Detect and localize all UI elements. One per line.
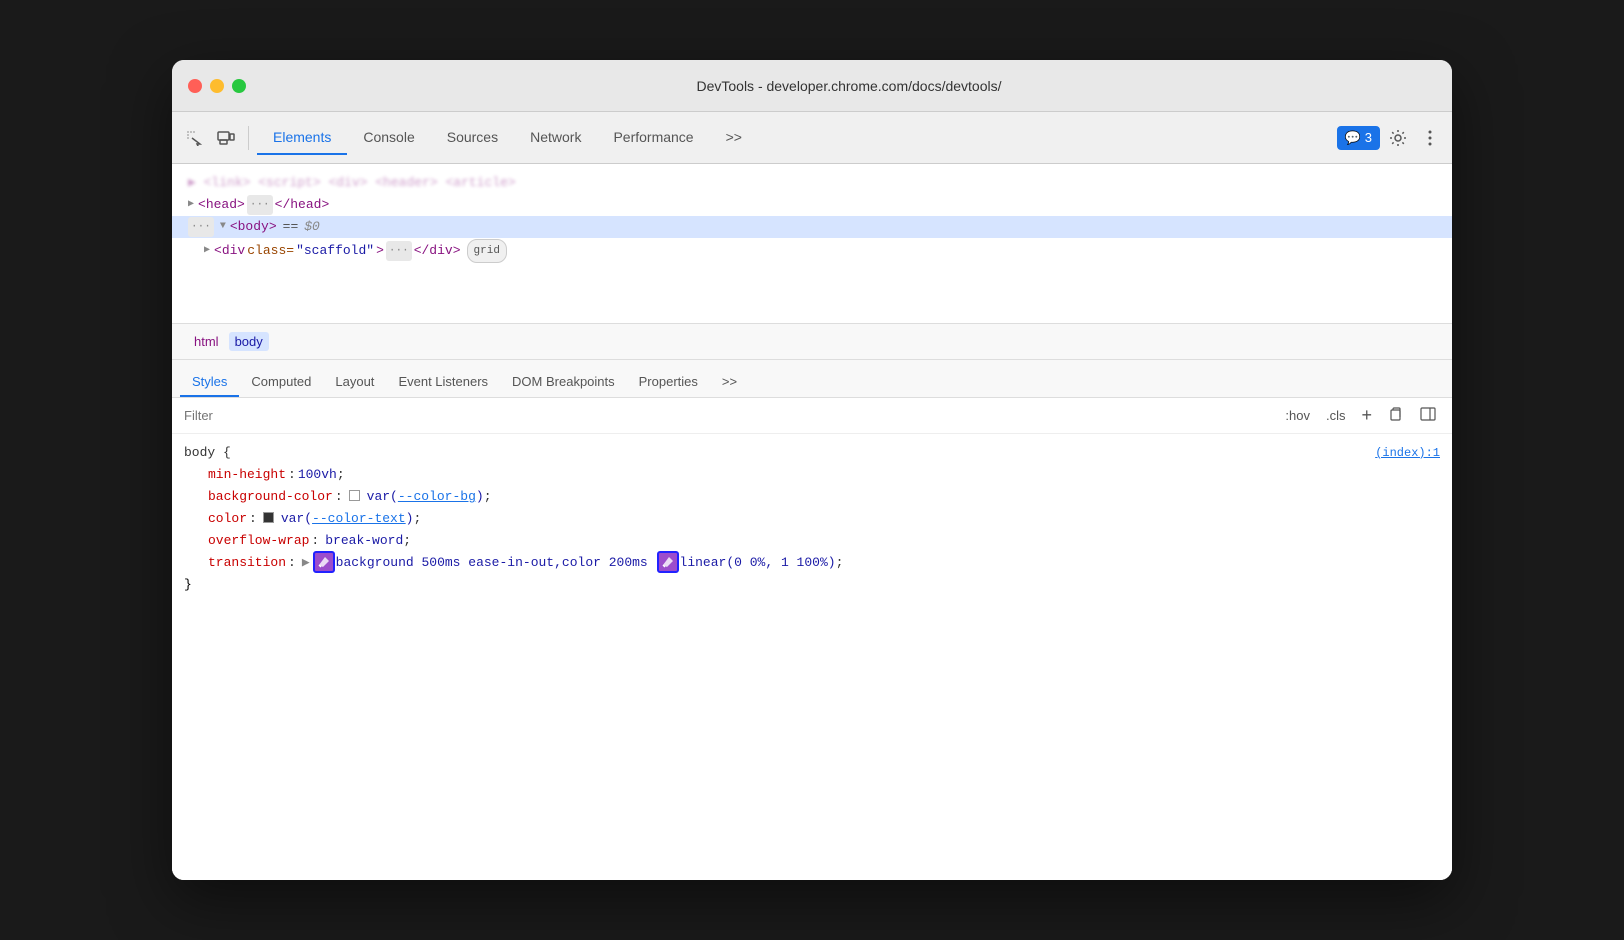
dom-line-head[interactable]: ▶ <head> ··· </head> (172, 194, 1452, 216)
bg-color-swatch[interactable] (349, 490, 360, 501)
css-prop-background-color: background-color : var(--color-bg) ; (184, 486, 1440, 508)
transition-color-picker-1[interactable] (313, 551, 335, 573)
cls-button[interactable]: .cls (1322, 406, 1350, 425)
style-tab-computed[interactable]: Computed (239, 368, 323, 397)
inspect-icon[interactable] (180, 124, 208, 152)
more-options-icon[interactable] (1416, 124, 1444, 152)
badge-count: 3 (1365, 130, 1372, 145)
hov-button[interactable]: :hov (1281, 406, 1314, 425)
css-prop-overflow-wrap: overflow-wrap : break-word ; (184, 530, 1440, 552)
css-rule-close: } (184, 574, 1440, 596)
tab-sources[interactable]: Sources (431, 121, 514, 155)
styles-tabs: Styles Computed Layout Event Listeners D… (172, 360, 1452, 398)
breadcrumb: html body (172, 324, 1452, 360)
panel-body: ▶ <link> <script> <div> <header> <articl… (172, 164, 1452, 880)
tab-elements[interactable]: Elements (257, 121, 347, 155)
css-rule-body: (index):1 body { min-height : 100vh ; (184, 442, 1440, 596)
browser-window: DevTools - developer.chrome.com/docs/dev… (172, 60, 1452, 880)
css-prop-min-height: min-height : 100vh ; (184, 464, 1440, 486)
minimize-button[interactable] (210, 79, 224, 93)
settings-icon[interactable] (1384, 124, 1412, 152)
filter-input[interactable] (184, 408, 1273, 423)
css-prop-transition: transition : ▶ background 500ms (184, 552, 1440, 574)
style-tab-dom-breakpoints[interactable]: DOM Breakpoints (500, 368, 627, 397)
css-rules: (index):1 body { min-height : 100vh ; (172, 434, 1452, 880)
dom-tree: ▶ <link> <script> <div> <header> <articl… (172, 164, 1452, 324)
devtools-panel: Elements Console Sources Network Perform… (172, 112, 1452, 880)
filter-bar: :hov .cls + (172, 398, 1452, 434)
style-tab-properties[interactable]: Properties (627, 368, 710, 397)
toolbar-tabs: Elements Console Sources Network Perform… (257, 121, 1333, 155)
style-tab-styles[interactable]: Styles (180, 368, 239, 397)
toolbar-divider (248, 126, 249, 150)
dom-line-blurred: ▶ <link> <script> <div> <header> <articl… (172, 172, 1452, 194)
style-tab-layout[interactable]: Layout (323, 368, 386, 397)
toolbar-right: 💬 3 (1337, 124, 1444, 152)
style-tab-more[interactable]: >> (710, 368, 749, 397)
css-prop-color: color : var(--color-text) ; (184, 508, 1440, 530)
maximize-button[interactable] (232, 79, 246, 93)
toolbar: Elements Console Sources Network Perform… (172, 112, 1452, 164)
device-toggle-icon[interactable] (212, 124, 240, 152)
copy-styles-icon[interactable] (1384, 404, 1408, 427)
css-rule-source[interactable]: (index):1 (1375, 442, 1440, 464)
notifications-button[interactable]: 💬 3 (1337, 126, 1380, 150)
triangle-div-icon[interactable]: ▶ (204, 241, 210, 261)
chat-icon: 💬 (1345, 130, 1361, 146)
text-color-link[interactable]: --color-text (312, 508, 406, 530)
tab-console[interactable]: Console (347, 121, 430, 155)
dom-line-div-scaffold[interactable]: ▶ <div class= "scaffold" > ··· </div> gr… (188, 238, 1452, 264)
triangle-icon[interactable]: ▶ (188, 195, 194, 215)
breadcrumb-html[interactable]: html (188, 332, 225, 351)
transition-expand-icon[interactable]: ▶ (302, 552, 310, 574)
close-button[interactable] (188, 79, 202, 93)
transition-color-picker-2[interactable] (657, 551, 679, 573)
tab-network[interactable]: Network (514, 121, 597, 155)
style-tab-event-listeners[interactable]: Event Listeners (386, 368, 500, 397)
traffic-lights (188, 79, 246, 93)
title-bar: DevTools - developer.chrome.com/docs/dev… (172, 60, 1452, 112)
filter-right: :hov .cls + (1281, 403, 1440, 428)
toggle-sidebar-icon[interactable] (1416, 404, 1440, 427)
add-style-icon[interactable]: + (1357, 403, 1376, 428)
text-color-swatch[interactable] (263, 512, 274, 523)
styles-panel: Styles Computed Layout Event Listeners D… (172, 360, 1452, 880)
triangle-body-icon[interactable]: ▼ (220, 217, 226, 237)
tab-performance[interactable]: Performance (597, 121, 709, 155)
css-rule-selector: body { (184, 445, 231, 460)
breadcrumb-body[interactable]: body (229, 332, 269, 351)
tab-more[interactable]: >> (710, 121, 758, 155)
dom-line-body[interactable]: ··· ▼ <body> == $0 (172, 216, 1452, 238)
bg-color-link[interactable]: --color-bg (398, 486, 476, 508)
window-title: DevTools - developer.chrome.com/docs/dev… (262, 78, 1436, 94)
